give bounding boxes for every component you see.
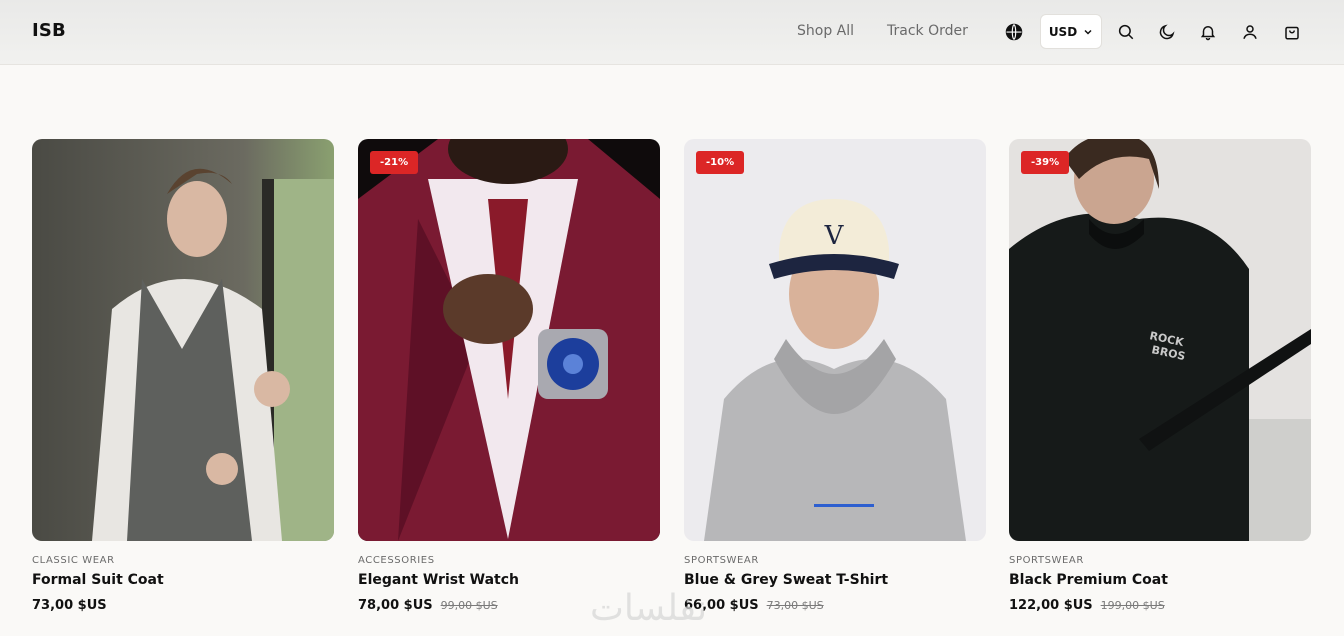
chevron-down-icon (1084, 29, 1092, 35)
product-card[interactable]: -21% ACCESSORIES Elegant Wrist Watch 78,… (358, 139, 660, 613)
moon-icon[interactable] (1156, 21, 1178, 43)
watermark: نفلسات (590, 588, 708, 629)
nav-track-order[interactable]: Track Order (887, 23, 968, 39)
svg-text:V: V (824, 221, 845, 251)
product-card[interactable]: ROCK BROS -39% SPORTSWEAR Black Premium … (1009, 139, 1311, 613)
product-title[interactable]: Blue & Grey Sweat T-Shirt (684, 572, 986, 588)
product-image[interactable]: ROCK BROS -39% (1009, 139, 1311, 541)
price-row: 122,00 $US 199,00 $US (1009, 598, 1311, 613)
product-image[interactable]: -21% (358, 139, 660, 541)
bell-icon[interactable] (1197, 21, 1219, 43)
currency-select[interactable]: USD (1040, 14, 1102, 49)
original-price: 99,00 $US (440, 599, 498, 612)
product-category: SPORTSWEAR (1009, 555, 1084, 566)
product-title[interactable]: Elegant Wrist Watch (358, 572, 660, 588)
currency-label: USD (1048, 24, 1078, 39)
discount-badge: -21% (370, 151, 419, 174)
user-icon[interactable] (1239, 21, 1261, 43)
discount-badge: -10% (696, 151, 745, 174)
cart-icon[interactable] (1281, 21, 1303, 43)
globe-icon[interactable] (1003, 21, 1025, 43)
product-title[interactable]: Formal Suit Coat (32, 572, 334, 588)
product-category: CLASSIC WEAR (32, 555, 115, 566)
original-price: 73,00 $US (766, 599, 824, 612)
nav-shop-all[interactable]: Shop All (797, 23, 854, 39)
product-card[interactable]: CLASSIC WEAR Formal Suit Coat 73,00 $US (32, 139, 334, 613)
search-icon[interactable] (1115, 21, 1137, 43)
product-category: ACCESSORIES (358, 555, 435, 566)
product-title[interactable]: Black Premium Coat (1009, 572, 1311, 588)
product-image[interactable]: V -10% (684, 139, 986, 541)
discount-badge: -39% (1021, 151, 1070, 174)
product-price: 78,00 $US (358, 598, 433, 613)
logo[interactable]: ISB (32, 20, 66, 41)
product-image[interactable] (32, 139, 334, 541)
original-price: 199,00 $US (1100, 599, 1165, 612)
product-card[interactable]: V -10% SPORTSWEAR Blue & Grey Sweat T-Sh… (684, 139, 986, 613)
product-price: 73,00 $US (32, 598, 107, 613)
product-price: 122,00 $US (1009, 598, 1093, 613)
price-row: 73,00 $US (32, 598, 334, 613)
site-header: ISB Shop All Track Order USD (0, 0, 1344, 65)
price-row: 66,00 $US 73,00 $US (684, 598, 986, 613)
product-category: SPORTSWEAR (684, 555, 759, 566)
